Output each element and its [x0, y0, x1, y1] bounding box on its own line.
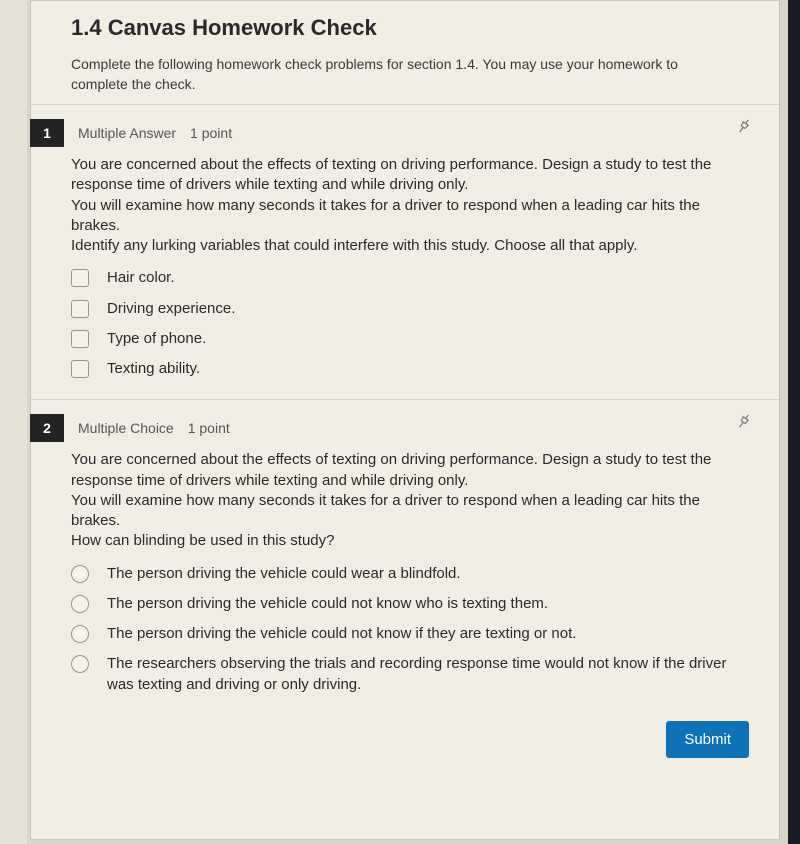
right-bezel — [788, 0, 800, 844]
quiz-page: 1.4 Canvas Homework Check Complete the f… — [30, 0, 780, 840]
question-prompt: You are concerned about the effects of t… — [71, 450, 739, 551]
option-row[interactable]: Texting ability. — [71, 359, 739, 379]
option-label: The person driving the vehicle could wea… — [107, 564, 739, 584]
option-label: Hair color. — [107, 268, 739, 288]
option-row[interactable]: The person driving the vehicle could not… — [71, 594, 739, 614]
option-label: Texting ability. — [107, 359, 739, 379]
question-block: 2 Multiple Choice 1 point You are concer… — [31, 399, 779, 715]
radio-icon[interactable] — [71, 595, 89, 613]
checkbox-icon[interactable] — [71, 360, 89, 378]
option-label: The person driving the vehicle could not… — [107, 594, 739, 614]
question-body: You are concerned about the effects of t… — [31, 450, 749, 695]
radio-icon[interactable] — [71, 625, 89, 643]
question-number: 1 — [30, 119, 64, 147]
question-points: 1 point — [190, 125, 232, 141]
checkbox-icon[interactable] — [71, 330, 89, 348]
pin-icon[interactable] — [735, 117, 753, 140]
question-type: Multiple Answer — [78, 125, 176, 141]
option-row[interactable]: The person driving the vehicle could wea… — [71, 564, 739, 584]
checkbox-icon[interactable] — [71, 269, 89, 287]
page-title: 1.4 Canvas Homework Check — [71, 15, 749, 41]
question-number: 2 — [30, 414, 64, 442]
option-row[interactable]: Hair color. — [71, 268, 739, 288]
quiz-instructions: Complete the following homework check pr… — [71, 55, 691, 94]
submit-button[interactable]: Submit — [666, 721, 749, 758]
option-label: Type of phone. — [107, 329, 739, 349]
question-header: 2 Multiple Choice 1 point — [31, 414, 749, 442]
quiz-header: 1.4 Canvas Homework Check Complete the f… — [31, 1, 779, 104]
question-points: 1 point — [188, 420, 230, 436]
options-list: The person driving the vehicle could wea… — [71, 564, 739, 695]
option-label: Driving experience. — [107, 299, 739, 319]
question-type: Multiple Choice — [78, 420, 174, 436]
option-row[interactable]: The person driving the vehicle could not… — [71, 624, 739, 644]
option-row[interactable]: Type of phone. — [71, 329, 739, 349]
question-body: You are concerned about the effects of t… — [31, 155, 749, 379]
option-label: The researchers observing the trials and… — [107, 654, 739, 695]
submit-row: Submit — [31, 715, 779, 778]
option-label: The person driving the vehicle could not… — [107, 624, 739, 644]
question-block: 1 Multiple Answer 1 point You are concer… — [31, 104, 779, 399]
left-margin — [0, 0, 28, 844]
radio-icon[interactable] — [71, 655, 89, 673]
options-list: Hair color. Driving experience. Type of … — [71, 268, 739, 379]
option-row[interactable]: Driving experience. — [71, 299, 739, 319]
radio-icon[interactable] — [71, 565, 89, 583]
question-prompt: You are concerned about the effects of t… — [71, 155, 739, 256]
pin-icon[interactable] — [735, 412, 753, 435]
checkbox-icon[interactable] — [71, 300, 89, 318]
question-header: 1 Multiple Answer 1 point — [31, 119, 749, 147]
option-row[interactable]: The researchers observing the trials and… — [71, 654, 739, 695]
